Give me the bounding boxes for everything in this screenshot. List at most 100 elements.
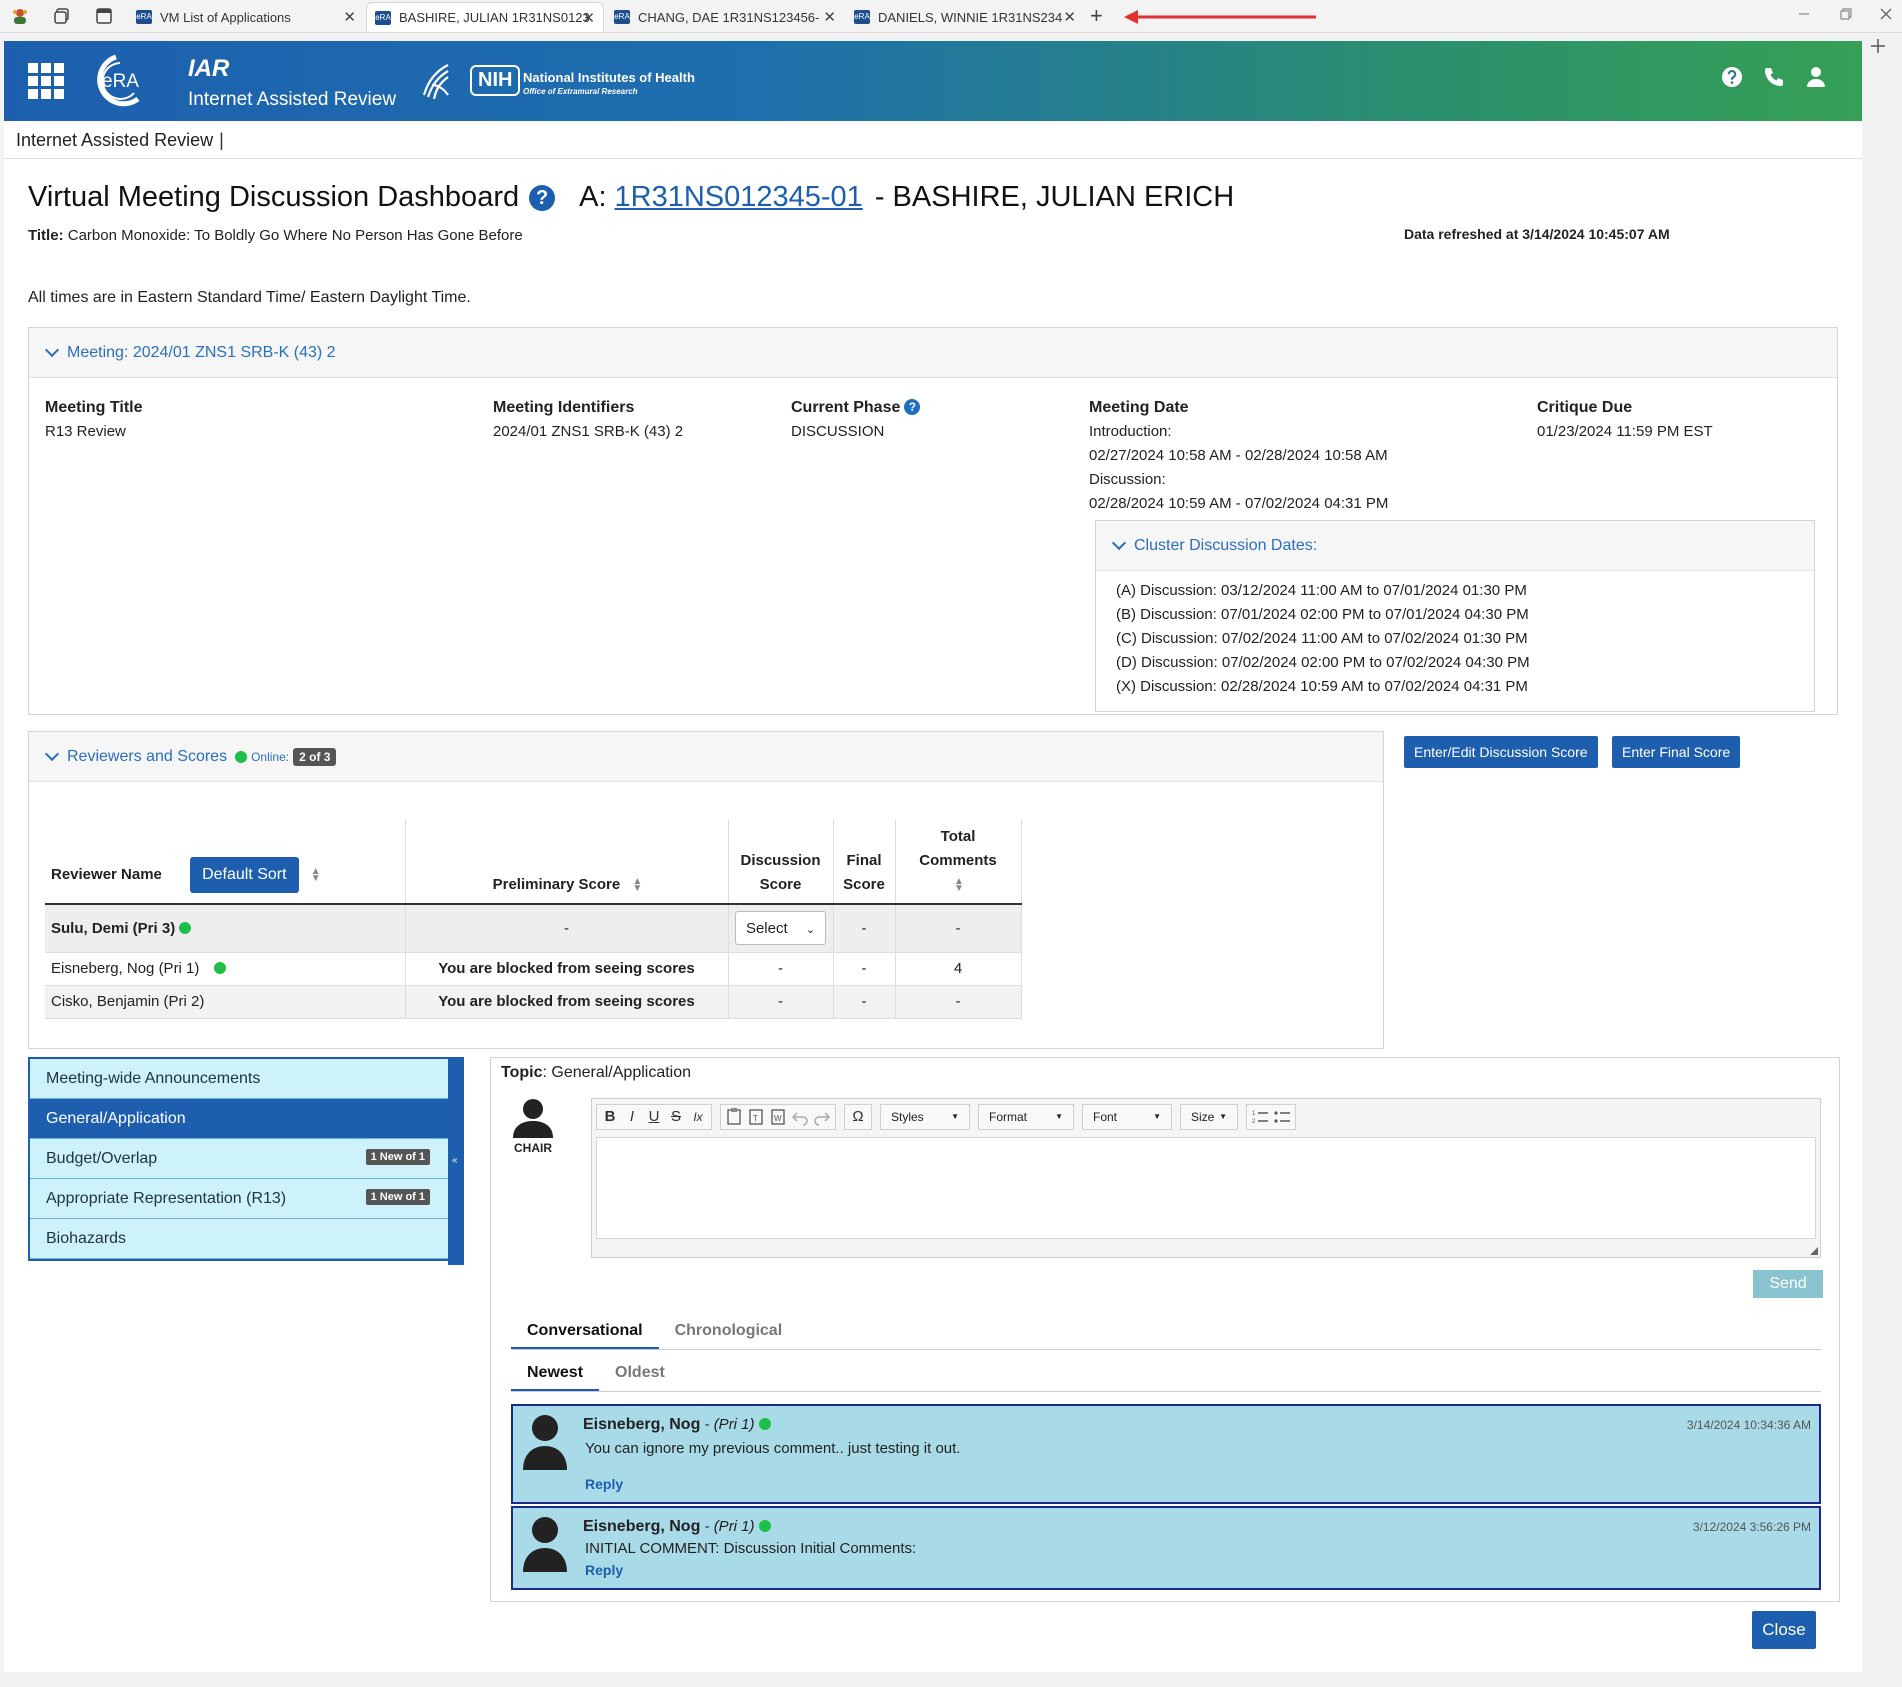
topic-item-biohazards[interactable]: Biohazards [30,1219,448,1259]
styles-dropdown[interactable]: Styles ▼ [880,1104,970,1130]
paste-text-icon[interactable]: T [745,1105,767,1129]
paste-icon[interactable] [723,1105,745,1129]
comment-item: Eisneberg, Nog - (Pri 1) 3/14/2024 10:34… [511,1404,1821,1504]
breadcrumb-item[interactable]: Internet Assisted Review [16,130,213,150]
meeting-date-line: Discussion: [1089,471,1166,488]
topic-heading-label: Topic [501,1064,543,1081]
app-grid-icon[interactable] [28,63,64,99]
comment-textarea[interactable] [596,1137,1816,1239]
close-tab-icon[interactable]: ✕ [582,9,595,27]
send-button[interactable]: Send [1753,1270,1823,1298]
remove-format-button[interactable]: Ix [687,1105,709,1129]
comment-item: Eisneberg, Nog - (Pri 1) 3/12/2024 3:56:… [511,1506,1821,1590]
font-dropdown[interactable]: Font ▼ [1082,1104,1172,1130]
underline-button[interactable]: U [643,1105,665,1129]
person-icon [523,1415,567,1470]
meeting-panel-header[interactable]: Meeting: 2024/01 ZNS1 SRB-K (43) 2 [29,328,1837,378]
phone-icon[interactable] [1762,65,1786,89]
column-total-comments[interactable]: Total Comments ▲ ▼ [895,819,1022,905]
new-tab-button[interactable]: + [1090,3,1103,29]
meeting-title-col: Meeting Title R13 Review [45,396,143,444]
view-tabs: Conversational Chronological [511,1316,1821,1350]
topic-item-announcements[interactable]: Meeting-wide Announcements [30,1059,448,1099]
era-logo-text: eRA [102,71,139,92]
reply-link[interactable]: Reply [585,1476,623,1492]
topic-item-general[interactable]: General/Application [30,1099,448,1139]
browser-tab-daniels[interactable]: eRA DANIELS, WINNIE 1R31NS234 ✕ [846,2,1084,32]
close-tab-icon[interactable]: ✕ [343,8,356,26]
browser-profile-icon[interactable] [10,6,30,26]
redo-icon[interactable] [811,1105,833,1129]
bulleted-list-icon[interactable] [1271,1105,1293,1129]
enter-final-score-button[interactable]: Enter Final Score [1612,736,1741,768]
sidebar-add-icon[interactable] [1870,38,1886,54]
reviewers-panel-header[interactable]: Reviewers and Scores Online: 2 of 3 [29,732,1383,782]
resize-handle-icon[interactable] [1810,1247,1818,1255]
meeting-date-label: Meeting Date [1089,399,1189,416]
cluster-dates-header[interactable]: Cluster Discussion Dates: [1096,521,1814,571]
topic-item-representation[interactable]: Appropriate Representation (R13) 1 New of… [30,1179,448,1219]
cluster-date-row: (X) Discussion: 02/28/2024 10:59 AM to 0… [1116,678,1528,695]
title-value: Carbon Monoxide: To Boldly Go Where No P… [67,227,523,244]
discussion-score-header: Discussion [740,852,821,869]
meeting-ids-value: 2024/01 ZNS1 SRB-K (43) 2 [493,423,684,440]
browser-tab-title: DANIELS, WINNIE 1R31NS234 [878,9,1063,25]
special-character-button[interactable]: Ω [847,1105,869,1129]
strikethrough-button[interactable]: S [665,1105,687,1129]
preliminary-score: - [405,904,729,953]
restore-icon[interactable] [1838,6,1854,22]
tab-oldest[interactable]: Oldest [599,1358,681,1391]
numbered-list-icon[interactable]: 12 [1249,1105,1271,1129]
app-short-name: IAR [188,55,230,82]
close-button[interactable]: Close [1752,1611,1816,1649]
cluster-date-row: (D) Discussion: 07/02/2024 02:00 PM to 0… [1116,654,1530,671]
topic-item-budget[interactable]: Budget/Overlap 1 New of 1 [30,1139,448,1179]
close-tab-icon[interactable]: ✕ [1063,8,1076,26]
browser-tab-bashire[interactable]: eRA BASHIRE, JULIAN 1R31NS0123 ✕ [366,2,604,32]
topic-list-collapse-bar[interactable]: « [448,1057,464,1265]
minimize-icon[interactable] [1796,6,1812,22]
reply-link[interactable]: Reply [585,1562,623,1578]
chevron-down-icon: ⌄ [805,924,816,937]
default-sort-button[interactable]: Default Sort [190,857,299,893]
undo-icon[interactable] [789,1105,811,1129]
browser-tab-vm-list[interactable]: eRA VM List of Applications ✕ [128,2,364,32]
sort-icon[interactable]: ▲ ▼ [311,867,321,884]
reviewer-name-header: Reviewer Name [51,866,162,883]
paste-word-icon[interactable]: W [767,1105,789,1129]
tab-actions-icon[interactable] [94,6,114,26]
application-number-link[interactable]: 1R31NS012345-01 [615,181,863,214]
tab-conversational[interactable]: Conversational [511,1316,659,1349]
critique-due-col: Critique Due 01/23/2024 11:59 PM EST [1537,396,1713,444]
sort-icon[interactable]: ▲ ▼ [954,877,964,894]
meeting-header-label: Meeting: 2024/01 ZNS1 SRB-K (43) 2 [67,343,336,361]
page-help-icon[interactable]: ? [529,184,556,211]
editor-toolbar: B I U S Ix T W Ω Styles ▼ Format ▼ Font … [592,1099,1820,1135]
phase-help-icon[interactable]: ? [904,399,921,415]
sort-icon[interactable]: ▲ ▼ [632,877,642,894]
discussion-panel: Topic: General/Application CHAIR B I U S… [490,1057,1840,1602]
bold-button[interactable]: B [599,1105,621,1129]
close-tab-icon[interactable]: ✕ [823,8,836,26]
cluster-date-row: (A) Discussion: 03/12/2024 11:00 AM to 0… [1116,582,1527,599]
size-dropdown[interactable]: Size ▼ [1180,1104,1238,1130]
help-icon[interactable] [1720,65,1744,89]
topic-label: Budget/Overlap [46,1150,158,1167]
italic-button[interactable]: I [621,1105,643,1129]
column-preliminary-score[interactable]: Preliminary Score ▲ ▼ [405,819,729,905]
discussion-score-select[interactable]: Select ⌄ [734,911,827,946]
era-favicon-icon: eRA [375,10,391,25]
tab-chronological[interactable]: Chronological [659,1316,799,1349]
tab-newest[interactable]: Newest [511,1358,600,1391]
browser-tab-title: BASHIRE, JULIAN 1R31NS0123 [399,10,589,25]
collections-icon[interactable] [52,6,72,26]
meeting-date-col: Meeting Date Introduction: 02/27/2024 10… [1089,396,1388,516]
format-label: Format [989,1110,1028,1124]
era-favicon-icon: eRA [136,10,152,24]
comment-author-name: Eisneberg, Nog [583,1416,701,1433]
format-dropdown[interactable]: Format ▼ [978,1104,1074,1130]
enter-discussion-score-button[interactable]: Enter/Edit Discussion Score [1404,736,1598,768]
close-window-icon[interactable] [1878,6,1894,22]
user-icon[interactable] [1804,65,1828,89]
browser-tab-chang[interactable]: eRA CHANG, DAE 1R31NS123456- ✕ [606,2,844,32]
